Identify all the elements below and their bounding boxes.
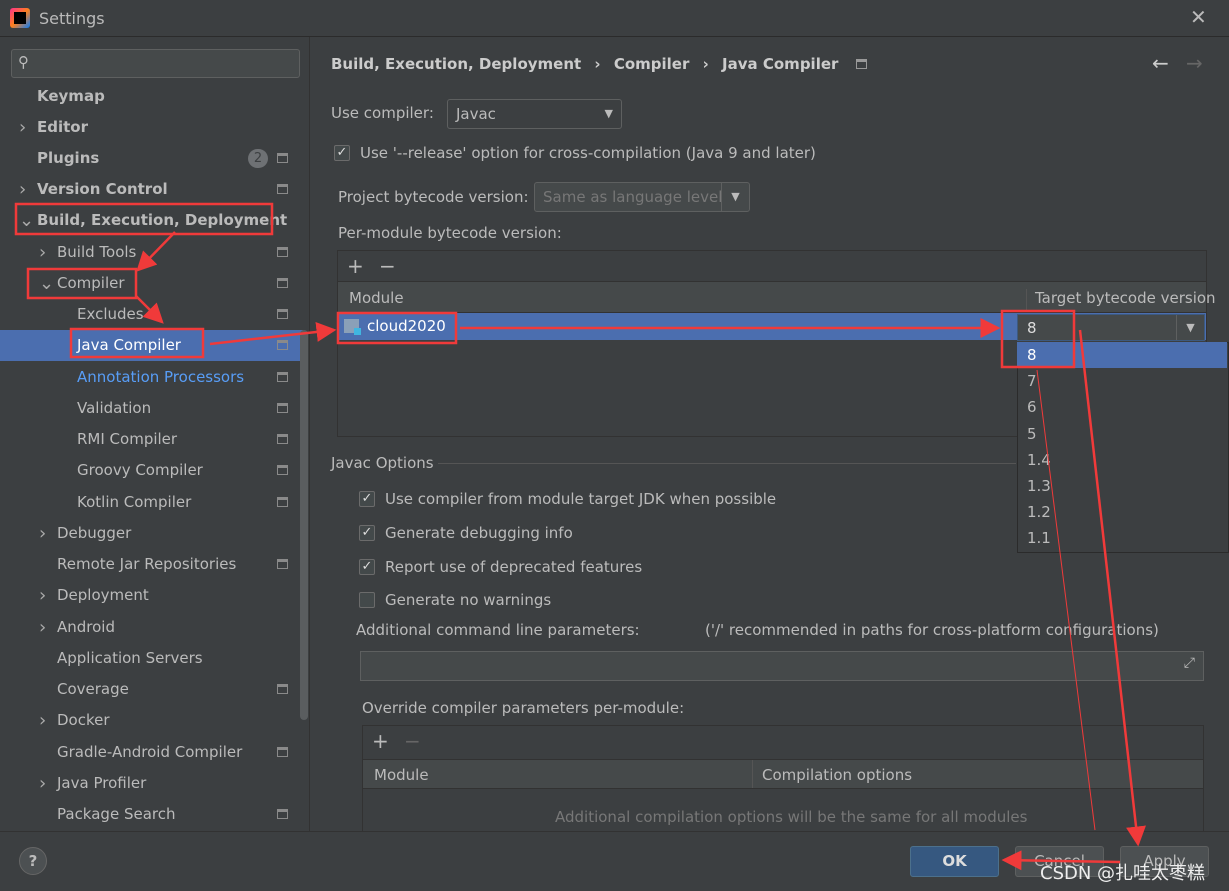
annotation-arrow — [1036, 369, 1096, 831]
annotation-arrow — [136, 231, 176, 272]
annotation-overlay — [14, 202, 1146, 871]
annotation-arrow — [1078, 329, 1146, 847]
highlight-box — [14, 202, 274, 236]
highlight-box — [1000, 309, 1076, 369]
annotation-arrow — [135, 295, 164, 324]
highlight-box — [336, 311, 458, 345]
highlight-box — [69, 327, 205, 359]
highlight-box — [26, 267, 138, 300]
annotation-arrow — [1001, 850, 1121, 871]
annotation-arrow — [209, 322, 337, 346]
